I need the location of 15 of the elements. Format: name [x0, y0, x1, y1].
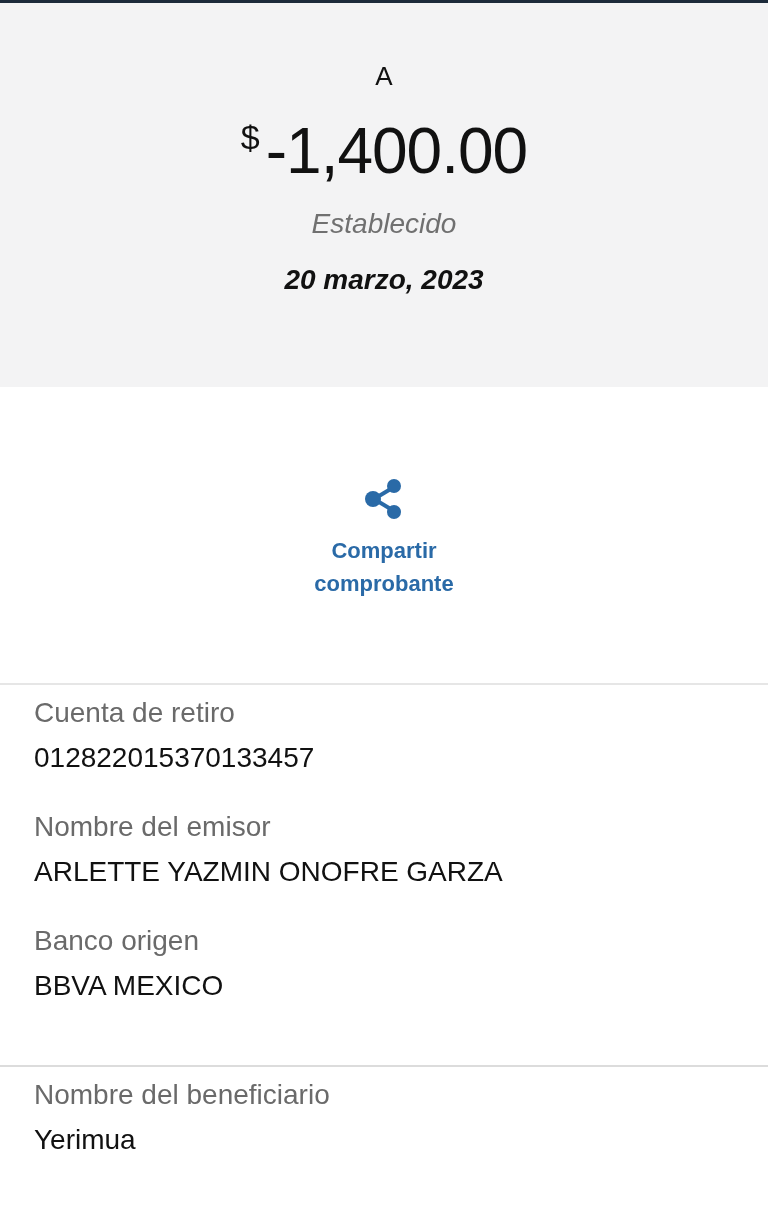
amount: -1,400.00 — [265, 114, 528, 189]
field-value: 012822015370133457 — [34, 741, 316, 775]
field-value: Yerimua — [34, 1123, 137, 1157]
field-label: Nombre del beneficiario — [34, 1078, 331, 1112]
field-value: BBVA MEXICO — [34, 969, 225, 1003]
currency-symbol: $ — [240, 117, 260, 157]
field-label: Cuenta de retiro — [34, 696, 236, 730]
share-icon — [364, 478, 404, 520]
field-label: Banco origen — [34, 924, 200, 958]
transaction-date: 20 marzo, 2023 — [284, 263, 484, 297]
field-label: Nombre del emisor — [34, 810, 272, 844]
recipient-initial: A — [375, 61, 393, 91]
field-value: ARLETTE YAZMIN ONOFRE GARZA — [34, 855, 504, 889]
share-receipt-button[interactable]: Compartir comprobante — [289, 478, 479, 600]
status-label: Establecido — [311, 207, 457, 241]
